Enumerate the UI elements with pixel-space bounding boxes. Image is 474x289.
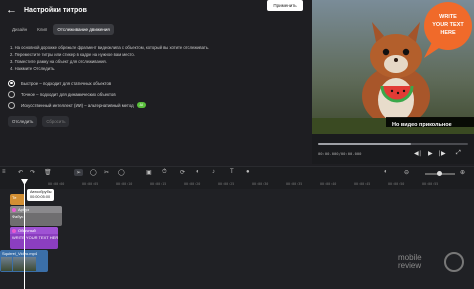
ai-badge: AI [136,102,146,108]
undo-icon[interactable]: ↶ [18,169,23,176]
option-label: Быстрое – подходит для статичных объекто… [21,80,112,86]
video-caption: Но видео прикольное [392,122,452,128]
instructions-list: 1. На основной дорожке обрежьте фрагмент… [10,44,306,72]
ruler-tick: 00:00:20 [184,182,201,186]
watermark-logo [444,252,464,272]
bubble-text-line: HERE [440,30,456,36]
watermark-text: mobile review [398,254,422,270]
tab-motion-tracking[interactable]: Отслеживание движения [53,24,114,35]
select-tool-icon[interactable]: ➢ [74,169,84,176]
next-frame-icon[interactable]: ∣▶ [438,150,446,157]
track-button[interactable]: Отследить [8,116,38,127]
ruler-tick: 00:00:50 [388,182,405,186]
timeline-tracks[interactable] [0,189,474,289]
playhead[interactable] [24,179,25,289]
rotate-icon[interactable]: ⟳ [180,169,185,176]
ruler-tick: 00:00:10 [116,182,133,186]
zoom-in-icon[interactable]: ⊕ [460,169,465,176]
apply-button[interactable]: Применить [267,0,303,11]
option-label: Искусственный интеллект (ИИ) – альтернат… [21,102,134,108]
option-ai[interactable]: Искусственный интеллект (ИИ) – альтернат… [8,100,146,110]
ruler-tick: 00:00:30 [252,182,269,186]
clip-header: Арбуз [10,206,62,213]
scissors-icon[interactable]: ✂ [104,169,109,176]
clip-sublabel: Фабус [12,214,24,219]
video-thumbnail [13,257,24,271]
ruler-tick: 00:00:35 [286,182,303,186]
delete-icon[interactable]: 🗑 [44,169,52,176]
ruler-tick: 00:00:25 [218,182,235,186]
sticker-clip[interactable]: Арбуз Фабус [10,206,62,226]
timecode: 00:00.000/00:00.000 [318,151,362,156]
player-controls: 00:00.000/00:00.000 ◀∣ ▶ ∣▶ ⤢ [312,134,474,164]
text-icon[interactable]: T [230,169,234,175]
timeline-toolbar: ≡ ↶ ↷ 🗑 ➢ ◯ ✂ ◯ ▣ ⏱ ⟳ ◐ ♪ T ● ◐ ⊖ ⊕ [0,166,474,179]
audio-icon[interactable]: ♪ [212,169,215,175]
option-label: Точное – подходит для динамических объек… [21,91,116,97]
radio-button[interactable] [8,101,15,109]
speed-icon[interactable]: ⏱ [162,169,167,176]
tooltip-line: 00:00:05:00 [30,195,51,199]
instruction-step: 4. Нажмите Отследить. [10,66,56,71]
video-thumbnail [25,257,36,271]
instruction-step: 1. На основной дорожке обрежьте фрагмент… [10,45,210,50]
title-clip[interactable]: Обычный WRITE YOUR TEXT HER [10,227,58,249]
option-precise[interactable]: Точное – подходит для динамических объек… [8,89,146,99]
instruction-step: 2. Переместите титры или стикер в кадре … [10,52,135,57]
zoom-out-icon[interactable]: ⊖ [404,169,409,176]
progress-bar[interactable] [318,143,468,145]
ruler-tick: 00:00:40 [320,182,337,186]
dialog-header: ← Настройки титров [0,0,312,20]
mic-icon[interactable]: ● [246,169,250,175]
reset-button[interactable]: Сбросить [42,116,70,127]
radio-button[interactable] [8,90,15,98]
clip-sublabel: WRITE YOUR TEXT HER [12,235,58,240]
color-icon[interactable]: ◐ [196,169,200,175]
zoom-slider-handle[interactable] [437,171,442,176]
settings-tabs: Дизайн Клип Отслеживание движения [8,24,114,35]
redo-icon[interactable]: ↷ [30,169,35,176]
watermark-line: review [398,261,422,270]
ruler-tick: 00:00:05 [82,182,99,186]
snap-icon[interactable]: ◐ [384,169,388,175]
tracking-mode-options: Быстрое – подходит для статичных объекто… [8,78,146,111]
ruler-tick: 00:00:00 [48,182,65,186]
bubble-text-line: YOUR TEXT [432,22,464,28]
shield-icon[interactable]: ◯ [118,169,125,176]
tab-clip[interactable]: Клип [33,24,51,35]
arrow-left-icon[interactable]: ← [6,3,20,17]
ruler-tick: 00:00:15 [150,182,167,186]
action-buttons: Отследить Сбросить [8,116,70,127]
video-preview[interactable]: WRITE YOUR TEXT HERE [312,0,474,134]
playhead-tooltip: Автообрубы 00:00:05:00 [27,189,55,201]
clip-label: Обычный [18,228,36,233]
video-thumbnail [1,257,12,271]
squirrel-frame: WRITE YOUR TEXT HERE [312,0,474,134]
play-icon[interactable]: ▶ [428,150,433,157]
timeline-ruler[interactable]: 00:00:00 00:00:05 00:00:10 00:00:15 00:00:20… [0,179,474,189]
page-title: Настройки титров [24,6,87,14]
ripple-icon[interactable]: ◯ [90,169,97,176]
instruction-step: 3. Поместите рамку на объект для отслежи… [10,59,107,64]
text-clip[interactable]: Те [10,194,25,205]
clip-label: Те [12,195,17,200]
bubble-text-line: WRITE [439,14,457,20]
menu-icon[interactable]: ≡ [2,169,6,175]
radio-button[interactable] [8,79,15,87]
progress-fill [318,143,411,145]
previous-frame-icon[interactable]: ◀∣ [414,150,422,157]
tab-design[interactable]: Дизайн [8,24,31,35]
ruler-tick: 00:00:45 [354,182,371,186]
option-fast[interactable]: Быстрое – подходит для статичных объекто… [8,78,146,88]
fullscreen-icon[interactable]: ⤢ [456,150,461,157]
clip-header: Обычный [10,227,58,234]
ruler-tick: 00:00:55 [422,182,439,186]
crop-icon[interactable]: ▣ [146,169,152,176]
